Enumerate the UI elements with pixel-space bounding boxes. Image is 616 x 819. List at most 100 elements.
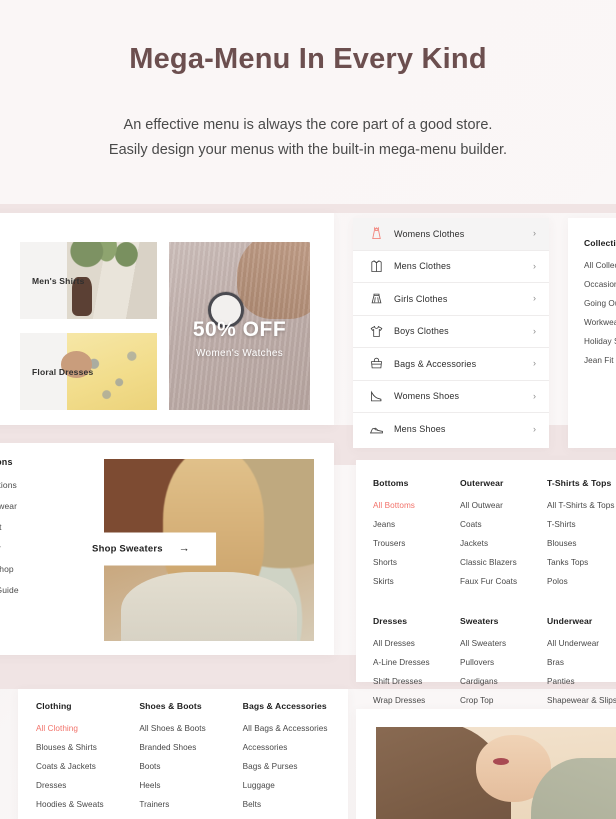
category-tile-floral-dresses[interactable]: Floral Dresses bbox=[20, 333, 157, 410]
chevron-right-icon: › bbox=[533, 228, 536, 239]
mega-menu-columns-panel: Bottoms All Bottoms Jeans Trousers Short… bbox=[356, 460, 616, 724]
column-link[interactable]: Belts bbox=[243, 800, 338, 809]
menu-item-mens-shoes[interactable]: Mens Shoes › bbox=[353, 413, 549, 446]
column-heading: Sweaters bbox=[460, 616, 499, 626]
shop-sweaters-button[interactable]: Shop Sweaters → bbox=[66, 532, 216, 566]
column-link[interactable]: Coats bbox=[460, 520, 539, 529]
column-link[interactable]: Hoodies & Sweats bbox=[36, 800, 131, 809]
column-heading: Bottoms bbox=[373, 478, 409, 488]
column-link[interactable]: Luggage bbox=[243, 781, 338, 790]
model-lips-art bbox=[493, 758, 509, 766]
tile-label: Floral Dresses bbox=[32, 366, 94, 377]
menu-item-label: Bags & Accessories bbox=[394, 358, 477, 369]
column-link[interactable]: Heels bbox=[139, 781, 234, 790]
column-link[interactable]: Blouses bbox=[547, 539, 616, 548]
column-link[interactable]: Jeans bbox=[373, 520, 452, 529]
right-collections-heading: Collections bbox=[584, 238, 616, 248]
menu-item-label: Boys Clothes bbox=[394, 326, 449, 337]
collections-heading: Collections bbox=[0, 457, 13, 467]
right-collections-link[interactable]: All Collections bbox=[584, 261, 616, 270]
column-link[interactable]: Wrap Dresses bbox=[373, 696, 452, 705]
collections-link[interactable]: Jean Fit Guide bbox=[0, 585, 54, 595]
column-link[interactable]: Shorts bbox=[373, 558, 452, 567]
column-link[interactable]: Pullovers bbox=[460, 658, 539, 667]
column-link[interactable]: Accessories bbox=[243, 743, 338, 752]
column-link[interactable]: All Bottoms bbox=[373, 501, 452, 510]
collections-link[interactable]: Going Out bbox=[0, 522, 54, 532]
column-link[interactable]: Bras bbox=[547, 658, 616, 667]
column-link[interactable]: All Outwear bbox=[460, 501, 539, 510]
column-link[interactable]: Classic Blazers bbox=[460, 558, 539, 567]
collections-promo-panel: Collections All Collections Occasionwear… bbox=[0, 443, 334, 655]
column-link[interactable]: Trainers bbox=[139, 800, 234, 809]
column-link[interactable]: Tanks Tops bbox=[547, 558, 616, 567]
mega-column: Outerwear All Outwear Coats Jackets Clas… bbox=[460, 478, 539, 596]
column-link[interactable]: Faux Fur Coats bbox=[460, 577, 539, 586]
shop-sweaters-label: Shop Sweaters bbox=[92, 543, 163, 555]
chevron-right-icon: › bbox=[533, 293, 536, 304]
column-link[interactable]: Polos bbox=[547, 577, 616, 586]
menu-item-label: Mens Clothes bbox=[394, 261, 451, 272]
clothing-columns-grid: Clothing All Clothing Blouses & Shirts C… bbox=[36, 701, 338, 819]
collections-link[interactable]: Workwear bbox=[0, 543, 54, 553]
menu-item-bags-accessories[interactable]: Bags & Accessories › bbox=[353, 348, 549, 381]
right-collections-link[interactable]: Occasionwear bbox=[584, 280, 616, 289]
bags-collection-panel: Bags Collection bbox=[356, 709, 616, 819]
column-link[interactable]: Panties bbox=[547, 677, 616, 686]
column-link[interactable]: Boots bbox=[139, 762, 234, 771]
tshirt-icon bbox=[369, 324, 384, 339]
menu-item-boys-clothes[interactable]: Boys Clothes › bbox=[353, 316, 549, 348]
skirt-icon bbox=[369, 291, 384, 306]
subtitle-line-2: Easily design your menus with the built-… bbox=[108, 142, 508, 158]
column-link[interactable]: Crop Top bbox=[460, 696, 539, 705]
model-face-art bbox=[476, 734, 551, 803]
column-link[interactable]: Dresses bbox=[36, 781, 131, 790]
column-link[interactable]: Bags & Purses bbox=[243, 762, 338, 771]
column-heading: Underwear bbox=[547, 616, 593, 626]
bags-collection-image[interactable]: Bags Collection bbox=[376, 727, 616, 819]
column-link[interactable]: Cardigans bbox=[460, 677, 539, 686]
collections-link[interactable]: All Collections bbox=[0, 480, 54, 490]
collections-link-list: Collections All Collections Occasionwear… bbox=[0, 457, 54, 606]
promo-subhead: Women's Watches bbox=[196, 347, 283, 359]
promo-image-panel: Men's Shirts Floral Dresses 50% OFF Wome… bbox=[0, 213, 334, 425]
right-collections-link[interactable]: Going Out bbox=[584, 299, 616, 308]
column-link[interactable]: A-Line Dresses bbox=[373, 658, 452, 667]
column-link[interactable]: All Shoes & Boots bbox=[139, 724, 234, 733]
column-link[interactable]: Branded Shoes bbox=[139, 743, 234, 752]
column-link[interactable]: Shift Dresses bbox=[373, 677, 452, 686]
column-link[interactable]: All Dresses bbox=[373, 639, 452, 648]
column-link[interactable]: Trousers bbox=[373, 539, 452, 548]
column-link[interactable]: Coats & Jackets bbox=[36, 762, 131, 771]
column-link[interactable]: All Sweaters bbox=[460, 639, 539, 648]
menu-item-girls-clothes[interactable]: Girls Clothes › bbox=[353, 283, 549, 316]
sneaker-icon bbox=[369, 422, 384, 437]
right-collections-link[interactable]: Jean Fit Guide bbox=[584, 356, 616, 365]
column-link[interactable]: All Clothing bbox=[36, 724, 131, 733]
chevron-right-icon: › bbox=[533, 423, 536, 434]
column-link[interactable]: Shapewear & Slips bbox=[547, 696, 616, 705]
clothing-column: Clothing All Clothing Blouses & Shirts C… bbox=[36, 701, 131, 819]
column-link[interactable]: All T-Shirts & Tops bbox=[547, 501, 616, 510]
collections-link[interactable]: Occasionwear bbox=[0, 501, 54, 511]
collections-link[interactable]: Holiday Shop bbox=[0, 564, 54, 574]
mega-column: T-Shirts & Tops All T-Shirts & Tops T-Sh… bbox=[547, 478, 616, 596]
menu-item-mens-clothes[interactable]: Mens Clothes › bbox=[353, 251, 549, 283]
column-link[interactable]: All Underwear bbox=[547, 639, 616, 648]
menu-item-womens-shoes[interactable]: Womens Shoes › bbox=[353, 381, 549, 413]
right-collections-link[interactable]: Workwear bbox=[584, 318, 616, 327]
category-tile-mens-shirts[interactable]: Men's Shirts bbox=[20, 242, 157, 319]
column-link[interactable]: Blouses & Shirts bbox=[36, 743, 131, 752]
category-menu-panel: Womens Clothes › Mens Clothes › Girls Cl… bbox=[353, 218, 549, 448]
column-link[interactable]: All Bags & Accessories bbox=[243, 724, 338, 733]
column-link[interactable]: Skirts bbox=[373, 577, 452, 586]
mega-column: Bottoms All Bottoms Jeans Trousers Short… bbox=[373, 478, 452, 596]
menu-item-label: Womens Shoes bbox=[394, 391, 460, 402]
column-link[interactable]: T-Shirts bbox=[547, 520, 616, 529]
promo-banner-womens-watches[interactable]: 50% OFF Women's Watches bbox=[169, 242, 310, 410]
menu-item-womens-clothes[interactable]: Womens Clothes › bbox=[353, 218, 549, 251]
right-collections-link[interactable]: Holiday Shop bbox=[584, 337, 616, 346]
column-link[interactable]: Jackets bbox=[460, 539, 539, 548]
shirt-icon bbox=[369, 259, 384, 274]
page-subtitle: An effective menu is always the core par… bbox=[0, 113, 616, 163]
